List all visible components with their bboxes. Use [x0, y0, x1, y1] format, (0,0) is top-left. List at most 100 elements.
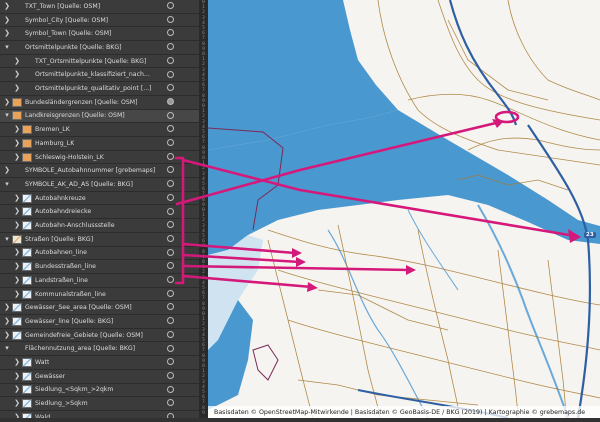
chevron-down-icon[interactable]: ▾ [2, 43, 12, 51]
chevron-down-icon[interactable]: ▾ [2, 235, 12, 243]
layer-row[interactable]: ❯ Autobahn-Anschlussstelle [0, 219, 199, 233]
chevron-right-icon[interactable]: ❯ [2, 317, 12, 325]
chevron-down-icon[interactable]: ▾ [2, 180, 12, 188]
layer-row[interactable]: ▾ Flächennutzung_area [Quelle: BKG] [0, 343, 199, 357]
visibility-toggle-icon[interactable] [167, 385, 174, 393]
layer-label: Ortsmittelpunkte_klassifiziert_nach... [35, 71, 150, 79]
chevron-right-icon[interactable]: ❯ [12, 290, 22, 298]
layer-row[interactable]: ❯ Ortsmittelpunkte_qualitativ_point [...] [0, 82, 199, 96]
chevron-right-icon[interactable]: ❯ [2, 30, 12, 37]
visibility-toggle-icon[interactable] [167, 125, 174, 133]
visibility-toggle-icon[interactable] [167, 193, 174, 201]
chevron-right-icon[interactable]: ❯ [12, 126, 22, 133]
layer-row[interactable]: ❯ Autobahndreiecke [0, 206, 199, 220]
visibility-toggle-icon[interactable] [167, 289, 174, 297]
visibility-toggle-icon[interactable] [167, 166, 174, 174]
visibility-toggle-icon[interactable] [167, 97, 174, 105]
visibility-toggle-icon[interactable] [167, 276, 174, 283]
layer-row[interactable]: ❯ Bundesländergrenzen [Quelle: OSM] [0, 96, 199, 110]
layer-row[interactable]: ❯ Watt [0, 356, 199, 370]
visibility-toggle-icon[interactable] [167, 371, 174, 379]
layer-row[interactable]: ❯ Siedlung_<Sqkm_>2qkm [0, 384, 199, 398]
layer-row[interactable]: ❯ SYMBOLE_Autobahnnummer [grebemaps] [0, 164, 199, 179]
chevron-right-icon[interactable]: ❯ [12, 263, 22, 270]
layer-label: Landkreisgrenzen [Quelle: OSM] [25, 112, 125, 120]
layer-row[interactable]: ❯ Siedlung_>Sqkm [0, 397, 199, 411]
visibility-toggle-icon[interactable] [167, 84, 174, 92]
layer-row[interactable]: ❯ Wald [0, 411, 199, 418]
visibility-toggle-icon[interactable] [167, 15, 174, 23]
chevron-right-icon[interactable]: ❯ [12, 194, 22, 202]
visibility-toggle-icon[interactable] [167, 413, 174, 418]
visibility-toggle-icon[interactable] [167, 43, 174, 51]
chevron-right-icon[interactable]: ❯ [2, 16, 12, 24]
attribution-bar: Basisdaten © OpenStreetMap-Mitwirkende |… [208, 406, 600, 418]
chevron-right-icon[interactable]: ❯ [12, 400, 22, 407]
layer-row[interactable]: ▾ Ortsmittelpunkte [Quelle: BKG] [0, 41, 199, 55]
chevron-right-icon[interactable]: ❯ [12, 139, 22, 147]
visibility-toggle-icon[interactable] [167, 180, 174, 188]
visibility-toggle-icon[interactable] [167, 234, 174, 242]
map-view[interactable]: 23 [207, 0, 600, 419]
chevron-right-icon[interactable]: ❯ [12, 208, 22, 215]
chevron-right-icon[interactable]: ❯ [12, 372, 22, 380]
layer-label: Flächennutzung_area [Quelle: BKG] [25, 345, 136, 353]
chevron-right-icon[interactable]: ❯ [2, 304, 12, 311]
layer-row[interactable]: ❯ Autobahnen_line [0, 247, 199, 261]
layer-row[interactable]: ❯ Symbol_Town [Quelle: OSM] [0, 27, 199, 42]
visibility-toggle-icon[interactable] [167, 262, 174, 270]
visibility-toggle-icon[interactable] [167, 303, 174, 311]
visibility-toggle-icon[interactable] [167, 70, 174, 78]
chevron-right-icon[interactable]: ❯ [12, 85, 22, 92]
visibility-toggle-icon[interactable] [167, 152, 174, 160]
visibility-toggle-icon[interactable] [167, 248, 174, 256]
chevron-down-icon[interactable]: ▾ [2, 345, 12, 352]
layer-row[interactable]: ❯ TXT_Town [Quelle: OSM] [0, 0, 199, 14]
layer-row[interactable]: ❯ Autobahnkreuze [0, 192, 199, 206]
chevron-right-icon[interactable]: ❯ [2, 167, 12, 174]
visibility-toggle-icon[interactable] [167, 330, 174, 338]
layer-row[interactable]: ▾ SYMBOLE_AK_AD_AS [Quelle: BKG] [0, 178, 199, 192]
layer-row[interactable]: ❯ Bremen_LK [0, 123, 199, 137]
chevron-right-icon[interactable]: ❯ [2, 2, 12, 10]
layer-row[interactable]: ❯ Gemeindefreie_Gebiete [Quelle: OSM] [0, 329, 199, 343]
layer-row[interactable]: ❯ Hamburg_LK [0, 137, 199, 151]
visibility-toggle-icon[interactable] [167, 2, 174, 9]
layer-row[interactable]: ❯ Landstraßen_line [0, 274, 199, 288]
chevron-down-icon[interactable]: ▾ [2, 112, 12, 119]
layer-row[interactable]: ▾ Landkreisgrenzen [Quelle: OSM] [0, 109, 199, 124]
layer-row[interactable]: ▾ Straßen [Quelle: BKG] [0, 233, 199, 247]
visibility-toggle-icon[interactable] [167, 56, 174, 64]
visibility-toggle-icon[interactable] [167, 358, 174, 366]
chevron-right-icon[interactable]: ❯ [12, 386, 22, 393]
visibility-toggle-icon[interactable] [167, 399, 174, 407]
chevron-right-icon[interactable]: ❯ [12, 222, 22, 229]
layer-row[interactable]: ❯ Gewässer_line [Quelle: BKG] [0, 315, 199, 329]
layer-row[interactable]: ❯ Bundesstraßen_line [0, 260, 199, 274]
visibility-toggle-icon[interactable] [167, 344, 174, 352]
chevron-right-icon[interactable]: ❯ [12, 249, 22, 256]
layer-row[interactable]: ❯ Gewässer_See_area [Quelle: OSM] [0, 301, 199, 316]
visibility-toggle-icon[interactable] [167, 29, 174, 37]
chevron-right-icon[interactable]: ❯ [2, 98, 12, 106]
layer-thumbnail-icon [12, 43, 22, 52]
chevron-right-icon[interactable]: ❯ [12, 276, 22, 284]
layer-row[interactable]: ❯ Ortsmittelpunkte_klassifiziert_nach... [0, 69, 199, 83]
chevron-right-icon[interactable]: ❯ [12, 359, 22, 366]
layer-row[interactable]: ❯ Kommunalstraßen_line [0, 288, 199, 302]
chevron-right-icon[interactable]: ❯ [2, 331, 12, 339]
layer-row[interactable]: ❯ Gewässer [0, 370, 199, 384]
layer-label: Siedlung_<Sqkm_>2qkm [35, 386, 114, 394]
chevron-right-icon[interactable]: ❯ [12, 57, 22, 65]
layer-row[interactable]: ❯ Schleswig-Holstein_LK [0, 151, 199, 165]
chevron-right-icon[interactable]: ❯ [12, 413, 22, 418]
layer-row[interactable]: ❯ TXT_Ortsmittelpunkte [Quelle: BKG] [0, 55, 199, 69]
visibility-toggle-icon[interactable] [167, 139, 174, 146]
chevron-right-icon[interactable]: ❯ [12, 153, 22, 161]
visibility-toggle-icon[interactable] [167, 207, 174, 215]
visibility-toggle-icon[interactable] [167, 111, 174, 119]
layer-row[interactable]: ❯ Symbol_City [Quelle: OSM] [0, 14, 199, 28]
visibility-toggle-icon[interactable] [167, 221, 174, 229]
visibility-toggle-icon[interactable] [167, 317, 174, 325]
chevron-right-icon[interactable]: ❯ [12, 71, 22, 78]
